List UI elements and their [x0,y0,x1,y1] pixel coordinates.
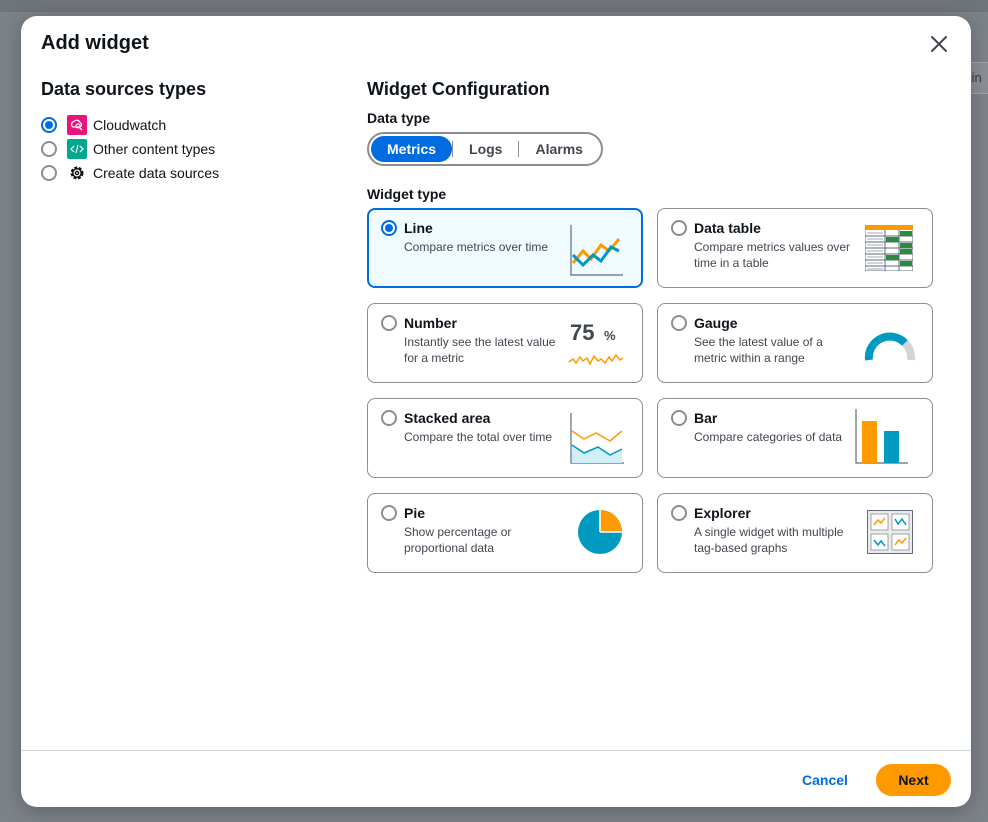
cloudwatch-icon [67,115,87,135]
card-description: Compare metrics values over time in a ta… [694,240,851,270]
card-title: Bar [694,410,718,426]
sample-number: 75 [570,320,595,345]
cancel-button[interactable]: Cancel [802,772,848,788]
radio-data-table[interactable] [671,220,687,236]
card-title: Explorer [694,505,751,521]
card-title: Pie [404,505,426,521]
widget-card-pie[interactable]: Pie Show percentage or proportional data [367,493,643,573]
explorer-icon [867,510,913,554]
data-source-label: Cloudwatch [93,117,167,133]
data-source-label: Create data sources [93,165,220,181]
widget-card-bar[interactable]: Bar Compare categories of data [657,398,933,478]
data-table-icon [865,225,913,271]
radio-cloudwatch[interactable] [41,117,57,133]
data-source-cloudwatch[interactable]: Cloudwatch [41,113,219,137]
card-title: Gauge [694,315,738,331]
data-source-other-content[interactable]: Other content types [41,137,219,161]
radio-gauge[interactable] [671,315,687,331]
card-description: Show percentage or proportional data [404,525,512,555]
widget-card-line[interactable]: Line Compare metrics over time [367,208,643,288]
number-icon: 75 % [568,314,628,372]
card-description: A single widget with multiple tag-based … [694,525,844,555]
card-description: Compare categories of data [694,430,843,444]
data-type-metrics[interactable]: Metrics [371,136,453,162]
data-sources-radio-group: Cloudwatch Other content types Create da… [41,113,219,185]
line-chart-icon [570,225,623,276]
card-title: Line [404,220,433,236]
data-source-label: Other content types [93,141,216,157]
widget-configuration-title: Widget Configuration [367,79,550,99]
close-button[interactable] [925,30,953,58]
add-widget-modal: Add widget Data sources types Cloudwatch… [21,16,971,807]
card-description: Instantly see the latest value for a met… [404,335,556,365]
card-title: Data table [694,220,761,236]
data-type-segmented-control: Metrics Logs Alarms [367,132,603,166]
next-button[interactable]: Next [876,764,951,796]
code-icon [67,139,87,159]
data-source-create[interactable]: Create data sources [41,161,219,185]
sample-unit: % [604,328,616,343]
radio-other-content[interactable] [41,141,57,157]
data-type-logs[interactable]: Logs [453,136,518,162]
data-type-alarms[interactable]: Alarms [519,136,598,162]
widget-card-data-table[interactable]: Data table Compare metrics values over t… [657,208,933,288]
widget-card-gauge[interactable]: Gauge See the latest value of a metric w… [657,303,933,383]
bar-chart-icon [855,409,908,464]
gear-icon [67,163,87,183]
radio-explorer[interactable] [671,505,687,521]
card-title: Stacked area [404,410,491,426]
radio-pie[interactable] [381,505,397,521]
footer-divider [21,750,971,751]
gauge-icon [864,332,916,361]
modal-title: Add widget [41,32,149,54]
radio-stacked-area[interactable] [381,410,397,426]
widget-card-explorer[interactable]: Explorer A single widget with multiple t… [657,493,933,573]
widget-card-stacked-area[interactable]: Stacked area Compare the total over time [367,398,643,478]
data-sources-title: Data sources types [41,79,207,99]
card-description: See the latest value of a metric within … [694,335,823,365]
close-icon [931,36,947,52]
card-description: Compare the total over time [404,430,553,444]
card-description: Compare metrics over time [404,240,549,254]
radio-line[interactable] [381,220,397,236]
stacked-area-icon [570,413,624,464]
data-type-label: Data type [367,110,431,126]
radio-number[interactable] [381,315,397,331]
pie-chart-icon [578,510,622,554]
widget-type-label: Widget type [367,186,447,202]
background-header [0,0,988,12]
radio-create-data-sources[interactable] [41,165,57,181]
widget-card-number[interactable]: Number Instantly see the latest value fo… [367,303,643,383]
card-title: Number [404,315,457,331]
radio-bar[interactable] [671,410,687,426]
